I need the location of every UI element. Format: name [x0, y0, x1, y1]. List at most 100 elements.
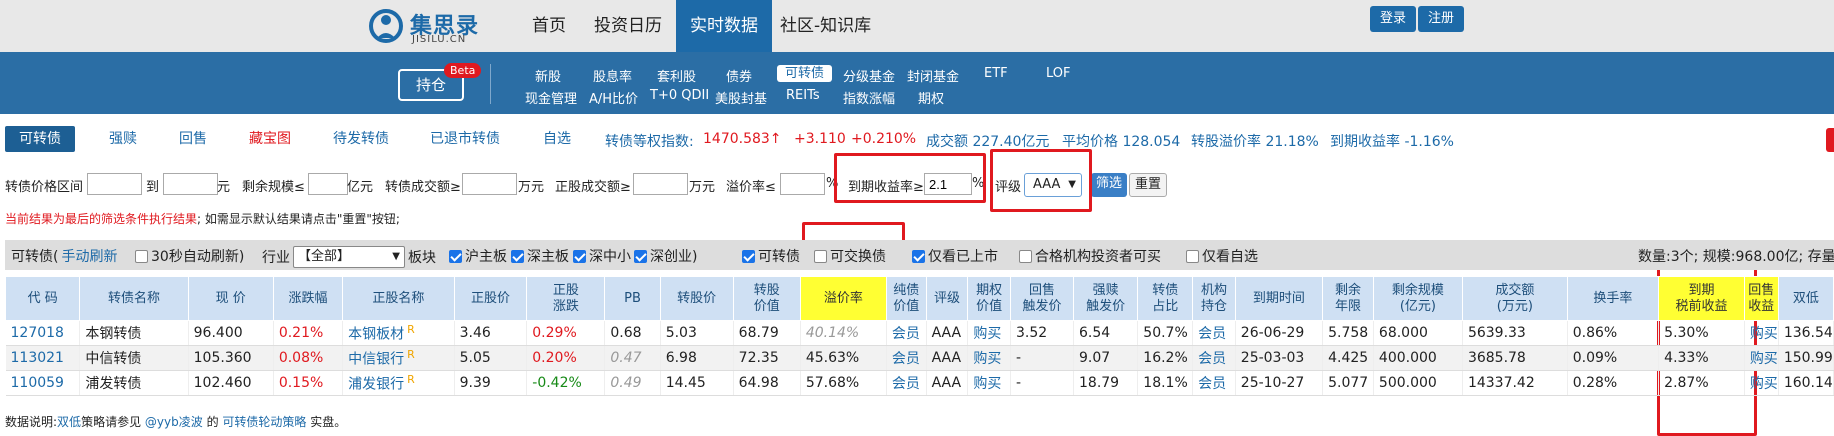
subnav-closed-fund[interactable]: 封闭基金: [907, 66, 959, 85]
gem-checkbox[interactable]: [634, 249, 647, 263]
column-header[interactable]: 正股名称: [342, 276, 455, 321]
table-cell[interactable]: 会员: [886, 320, 927, 346]
convertible-checkbox[interactable]: [742, 249, 755, 263]
login-button[interactable]: 登录: [1370, 6, 1417, 32]
footnote-link-author[interactable]: @yyb凌波: [145, 415, 203, 429]
footnote-link-double-low[interactable]: 双低: [57, 415, 81, 429]
table-cell[interactable]: 会员: [1192, 370, 1236, 396]
column-header[interactable]: 期权 价值: [967, 276, 1011, 321]
qualified-checkbox[interactable]: [1019, 249, 1032, 263]
table-cell[interactable]: 本钢板材 R: [342, 320, 455, 346]
column-header[interactable]: 转债名称: [79, 276, 189, 321]
price-min-input[interactable]: [87, 173, 142, 195]
table-cell[interactable]: 110059: [5, 370, 81, 396]
subnav-arbitrage[interactable]: 套利股: [657, 66, 696, 85]
subnav-bonds[interactable]: 债券: [726, 66, 752, 85]
column-header[interactable]: 到期 税前收益: [1658, 276, 1745, 321]
sh-main-option[interactable]: 沪主板: [449, 246, 507, 266]
table-row[interactable]: 113021 中信转债 105.360 0.08% 中信银行 R 5.05 0.20% 0.47…: [5, 345, 1834, 371]
sz-main-option[interactable]: 深主板: [511, 246, 569, 266]
exchangeable-option[interactable]: 可交换债: [814, 246, 886, 266]
table-cell[interactable]: 会员: [1192, 320, 1236, 346]
column-header[interactable]: 纯债 价值: [885, 276, 927, 321]
table-cell[interactable]: 中信银行 R: [342, 345, 455, 371]
column-header[interactable]: 换手率: [1566, 276, 1660, 321]
subnav-options[interactable]: 期权: [918, 88, 944, 107]
auto-refresh-option[interactable]: 30秒自动刷新): [135, 246, 244, 266]
table-row[interactable]: 110059 浦发转债 102.460 0.15% 浦发银行 R 9.39 -0.42% 0.4…: [5, 370, 1834, 396]
listed-only-option[interactable]: 仅看已上市: [912, 246, 998, 266]
table-cell[interactable]: 购买: [1744, 345, 1779, 371]
column-header[interactable]: 评级: [925, 276, 969, 321]
stock-volume-input[interactable]: [633, 173, 688, 195]
column-header[interactable]: 回售 触发价: [1010, 276, 1074, 321]
column-header[interactable]: 溢价率: [799, 276, 887, 321]
price-max-input[interactable]: [163, 173, 218, 195]
column-header[interactable]: 双低: [1777, 276, 1834, 321]
column-header[interactable]: 剩余规模 (亿元): [1372, 276, 1463, 321]
remaining-scale-input[interactable]: [308, 173, 348, 195]
column-header[interactable]: 现 价: [187, 276, 274, 321]
smb-checkbox[interactable]: [573, 249, 586, 263]
nav-calendar[interactable]: 投资日历: [582, 0, 674, 52]
listed-only-checkbox[interactable]: [912, 249, 925, 263]
subnav-graded-fund[interactable]: 分级基金: [843, 66, 895, 85]
table-cell[interactable]: 购买: [967, 320, 1011, 346]
smb-option[interactable]: 深中小: [573, 246, 631, 266]
column-header[interactable]: 剩余 年限: [1322, 276, 1374, 321]
footnote-link-strategy[interactable]: 可转债轮动策略: [222, 415, 306, 429]
subnav-new-stock[interactable]: 新股: [535, 66, 561, 85]
convertible-option[interactable]: 可转债: [742, 246, 800, 266]
tab-pending-issue[interactable]: 待发转债: [333, 126, 389, 152]
column-header[interactable]: 转股 价值: [732, 276, 801, 321]
table-cell[interactable]: 127018: [5, 320, 81, 346]
table-cell[interactable]: 购买: [967, 345, 1011, 371]
qualified-option[interactable]: 合格机构投资者可买: [1019, 246, 1161, 266]
table-cell[interactable]: 113021: [5, 345, 81, 371]
subnav-etf[interactable]: ETF: [984, 66, 1008, 81]
table-cell[interactable]: 会员: [1192, 345, 1236, 371]
bond-volume-input[interactable]: [462, 173, 517, 195]
table-cell[interactable]: 会员: [886, 370, 927, 396]
table-row[interactable]: 127018 本钢转债 96.400 0.21% 本钢板材 R 3.46 0.29% 0.68 5…: [5, 320, 1834, 346]
table-cell[interactable]: 购买: [967, 370, 1011, 396]
column-header[interactable]: 正股 涨跌: [526, 276, 606, 321]
auto-refresh-checkbox[interactable]: [135, 249, 148, 263]
tab-treasure-map[interactable]: 藏宝图: [249, 126, 291, 152]
side-tab[interactable]: [1826, 128, 1834, 152]
watch-only-option[interactable]: 仅看自选: [1186, 246, 1258, 266]
subnav-lof[interactable]: LOF: [1046, 66, 1071, 81]
tab-watchlist[interactable]: 自选: [543, 126, 571, 152]
manual-refresh-link[interactable]: 手动刷新: [61, 246, 117, 266]
nav-community[interactable]: 社区-知识库: [768, 0, 883, 52]
tab-delisted[interactable]: 已退市转债: [430, 126, 500, 152]
table-cell[interactable]: 购买: [1744, 320, 1779, 346]
reset-button[interactable]: 重置: [1129, 173, 1168, 197]
table-cell[interactable]: 购买: [1744, 370, 1779, 396]
subnav-dividend[interactable]: 股息率: [593, 66, 632, 85]
column-header[interactable]: 代 码: [4, 276, 81, 321]
industry-select[interactable]: 【全部】 ▼: [293, 246, 405, 268]
tab-forced-redemption[interactable]: 强赎: [109, 126, 137, 152]
subnav-reits[interactable]: REITs: [786, 88, 820, 103]
column-header[interactable]: 回售 收益: [1743, 276, 1779, 321]
subnav-convertible[interactable]: 可转债: [777, 65, 833, 82]
gem-option[interactable]: 深创业): [634, 246, 697, 266]
subnav-index-change[interactable]: 指数涨幅: [843, 88, 895, 107]
table-cell[interactable]: 会员: [886, 345, 927, 371]
site-logo[interactable]: 集思录 JISILU.CN: [368, 6, 508, 48]
nav-realtime-data[interactable]: 实时数据: [676, 0, 772, 52]
column-header[interactable]: 转股价: [659, 276, 734, 321]
column-header[interactable]: 涨跌幅: [272, 276, 344, 321]
sz-main-checkbox[interactable]: [511, 249, 524, 263]
sh-main-checkbox[interactable]: [449, 249, 462, 263]
column-header[interactable]: 转债 占比: [1137, 276, 1194, 321]
exchangeable-checkbox[interactable]: [814, 249, 827, 263]
register-button[interactable]: 注册: [1418, 6, 1465, 32]
column-header[interactable]: 强赎 触发价: [1072, 276, 1139, 321]
subnav-us-closed-fund[interactable]: 美股封基: [715, 88, 767, 107]
column-header[interactable]: 机构 持仓: [1192, 276, 1236, 321]
column-header[interactable]: 到期时间: [1234, 276, 1324, 321]
table-cell[interactable]: 浦发银行 R: [342, 370, 455, 396]
tab-convertible[interactable]: 可转债: [5, 126, 75, 152]
